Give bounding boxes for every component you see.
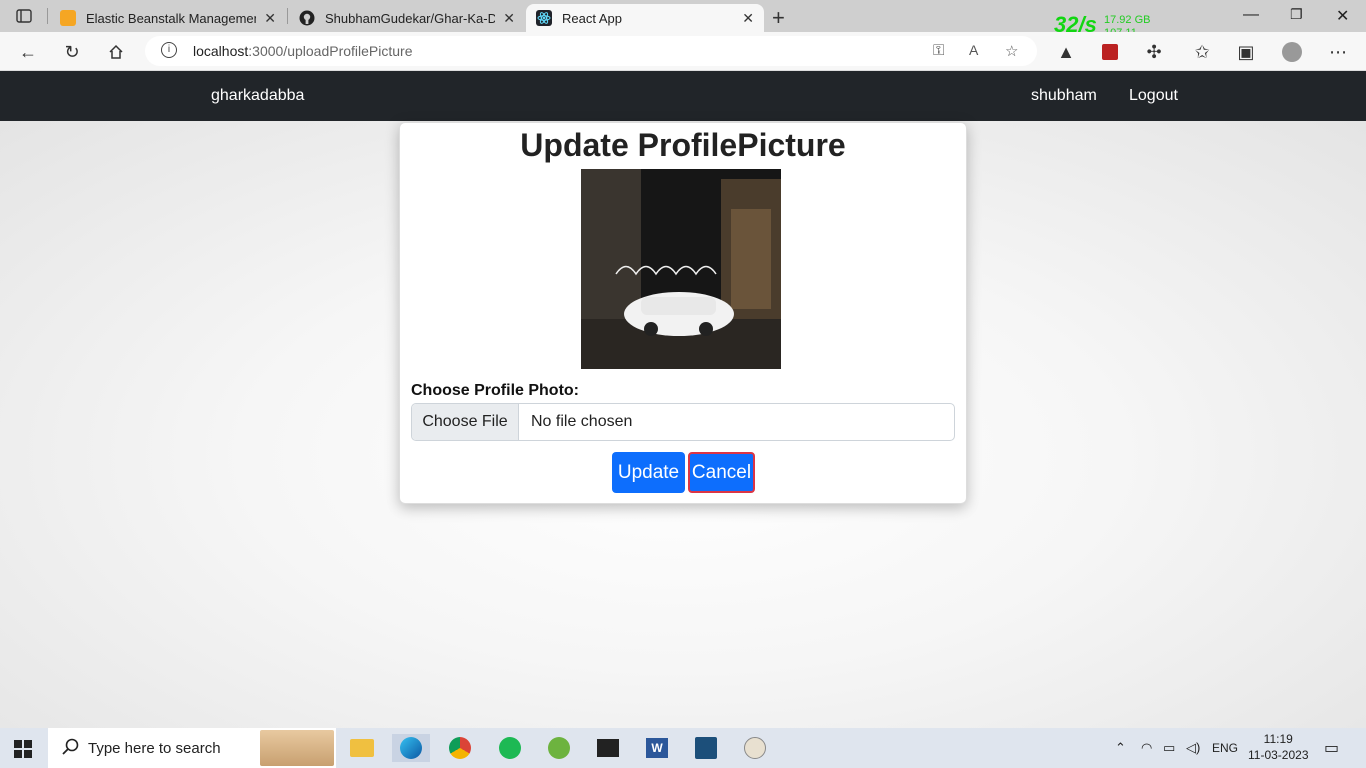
read-aloud-icon[interactable]: A <box>969 42 978 58</box>
update-button[interactable]: Update <box>612 452 685 493</box>
perf-memory: 17.92 GB <box>1104 14 1151 26</box>
tab-react-app[interactable]: React App ✕ <box>526 4 764 32</box>
favorites-icon[interactable]: ✩ <box>1190 40 1214 64</box>
address-bar[interactable]: i localhost:3000/uploadProfilePicture ⚿ … <box>145 36 1037 66</box>
choose-file-button[interactable]: Choose File <box>412 404 519 440</box>
close-tab-icon[interactable]: ✕ <box>264 10 276 27</box>
site-info-icon[interactable]: i <box>161 42 177 58</box>
wifi-icon[interactable]: ◠ <box>1141 740 1152 756</box>
more-icon[interactable]: ⋯ <box>1326 40 1350 64</box>
tab-separator <box>47 8 48 24</box>
windows-start-icon[interactable] <box>14 740 32 763</box>
key-icon[interactable]: ⚿ <box>933 42 944 59</box>
refresh-icon[interactable]: ↻ <box>60 40 84 64</box>
system-clock[interactable]: 11:19 11-03-2023 <box>1248 731 1309 763</box>
add-favorite-icon[interactable]: ☆ <box>1005 42 1018 60</box>
tab-github[interactable]: ShubhamGudekar/Ghar-Ka-Dabb ✕ <box>289 4 525 32</box>
home-icon[interactable] <box>104 40 128 64</box>
spring-tool-icon[interactable] <box>545 734 573 762</box>
mysql-workbench-icon[interactable] <box>692 734 720 762</box>
file-input[interactable]: Choose File No file chosen <box>411 403 955 441</box>
tab-title: Elastic Beanstalk Management Co <box>86 10 256 26</box>
search-placeholder: Type here to search <box>88 739 221 757</box>
tab-separator <box>287 8 288 24</box>
spotify-icon[interactable] <box>496 734 524 762</box>
profile-photo-label: Choose Profile Photo: <box>411 382 579 399</box>
app-navbar: gharkadabba shubham Logout <box>0 71 1366 121</box>
user-link[interactable]: shubham <box>1031 87 1097 105</box>
url-host: localhost <box>193 43 249 59</box>
collections-icon[interactable]: ▣ <box>1234 40 1258 64</box>
cancel-button[interactable]: Cancel <box>688 452 755 493</box>
tab-title: React App <box>562 10 622 26</box>
minimize-icon[interactable]: — <box>1243 6 1259 24</box>
terminal-icon[interactable] <box>594 734 622 762</box>
react-icon <box>536 10 552 26</box>
tab-title: ShubhamGudekar/Ghar-Ka-Dabb <box>325 10 495 26</box>
aws-box-icon <box>60 10 76 26</box>
profile-icon[interactable] <box>1280 40 1304 64</box>
page-title: Update ProfilePicture <box>520 127 846 163</box>
extension-icon[interactable]: ▲ <box>1054 40 1078 64</box>
new-tab-icon[interactable]: + <box>772 5 785 31</box>
close-tab-icon[interactable]: ✕ <box>503 10 515 27</box>
brand-link[interactable]: gharkadabba <box>211 87 304 105</box>
windows-taskbar: Type here to search W ⌃ ◠ ▭ ◁) ENG 11:19… <box>0 728 1366 768</box>
logout-link[interactable]: Logout <box>1129 87 1178 105</box>
paint-icon[interactable] <box>741 734 769 762</box>
search-icon <box>62 738 80 761</box>
back-icon[interactable]: ← <box>16 40 40 64</box>
main-content: Update ProfilePicture Choose Profile Pho… <box>0 121 1366 728</box>
url-text: localhost:3000/uploadProfilePicture <box>193 43 413 59</box>
restore-icon[interactable]: ❐ <box>1290 6 1303 23</box>
volume-icon[interactable]: ◁) <box>1186 740 1200 756</box>
clock-date: 11-03-2023 <box>1248 748 1309 762</box>
profile-photo <box>581 169 781 369</box>
notifications-icon[interactable]: ▭ <box>1324 738 1339 758</box>
close-tab-icon[interactable]: ✕ <box>742 10 754 27</box>
file-explorer-icon[interactable] <box>348 734 376 762</box>
url-path: :3000/uploadProfilePicture <box>248 43 413 59</box>
language-indicator[interactable]: ENG <box>1212 741 1238 755</box>
chrome-icon[interactable] <box>446 734 474 762</box>
battery-icon[interactable]: ▭ <box>1163 740 1175 756</box>
word-icon[interactable]: W <box>643 734 671 762</box>
tab-elastic-beanstalk[interactable]: Elastic Beanstalk Management Co ✕ <box>50 4 286 32</box>
tray-expand-icon[interactable]: ⌃ <box>1115 740 1126 756</box>
update-profile-card: Update ProfilePicture Choose Profile Pho… <box>399 122 967 504</box>
browser-toolbar: ← ↻ i localhost:3000/uploadProfilePictur… <box>0 32 1366 71</box>
extension-red-icon[interactable] <box>1098 40 1122 64</box>
edge-icon[interactable] <box>392 734 430 762</box>
tab-actions-icon[interactable] <box>10 6 38 26</box>
close-window-icon[interactable]: ✕ <box>1336 6 1349 26</box>
browser-tab-strip: Elastic Beanstalk Management Co ✕ Shubha… <box>0 0 1366 39</box>
search-highlight-icon <box>260 730 334 766</box>
github-icon <box>299 10 315 26</box>
file-status: No file chosen <box>531 413 633 430</box>
taskbar-search[interactable]: Type here to search <box>48 728 336 768</box>
clock-time: 11:19 <box>1263 732 1293 746</box>
extensions-icon[interactable]: ✣ <box>1142 40 1166 64</box>
